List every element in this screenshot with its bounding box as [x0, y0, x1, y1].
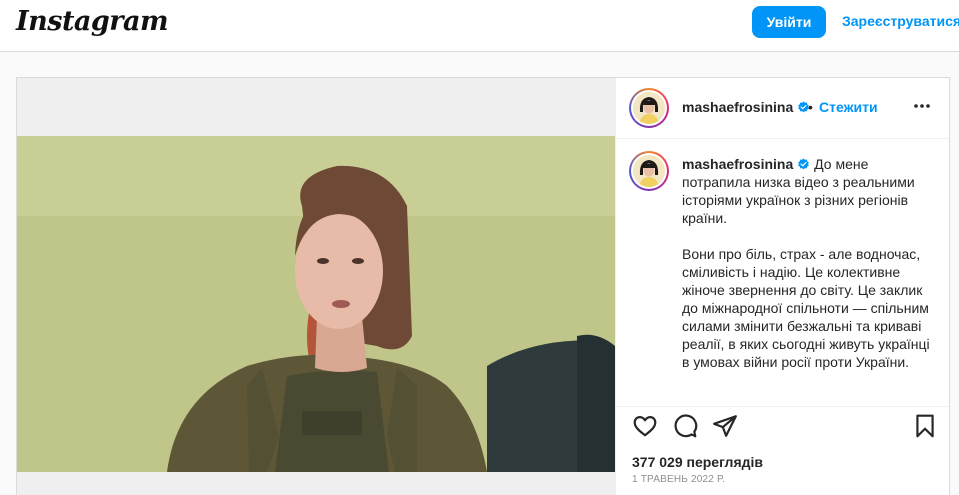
author-avatar[interactable]: [629, 88, 669, 128]
comment-icon[interactable]: [672, 413, 698, 439]
caption-author-username[interactable]: mashaefrosinina: [682, 156, 793, 172]
video-frame: [17, 136, 615, 472]
login-button[interactable]: Увійти: [752, 6, 826, 38]
paper-plane-icon[interactable]: [712, 413, 738, 439]
post-caption: mashaefrosinina До мене потрапила низка …: [616, 139, 951, 407]
author-username[interactable]: mashaefrosinina: [682, 99, 810, 117]
follow-button[interactable]: Стежити: [819, 99, 878, 115]
author-avatar-image: [633, 92, 665, 124]
top-navbar: Instagram Увійти Зареєструватися: [0, 0, 959, 52]
bookmark-icon[interactable]: [912, 413, 938, 439]
caption-text: mashaefrosinina До мене потрапила низка …: [682, 155, 937, 371]
view-count[interactable]: 377 029 переглядів: [632, 454, 763, 470]
caption-paragraph-1: mashaefrosinina До мене потрапила низка …: [682, 155, 937, 227]
more-horizontal-icon[interactable]: [913, 102, 931, 110]
post-date[interactable]: 1 ТРАВЕНЬ 2022 Р.: [632, 474, 725, 485]
post-header: mashaefrosinina • Стежити: [616, 78, 951, 139]
verified-badge-icon: [798, 158, 810, 170]
caption-author-avatar[interactable]: [629, 151, 669, 191]
signup-link[interactable]: Зареєструватися: [842, 13, 959, 29]
action-bar: [616, 407, 951, 447]
video-player[interactable]: [17, 136, 615, 472]
post-card: mashaefrosinina • Стежити mashaefrosinin…: [16, 77, 951, 495]
instagram-logo[interactable]: Instagram: [16, 6, 169, 37]
post-sidebar: mashaefrosinina • Стежити mashaefrosinin…: [615, 78, 951, 495]
caption-avatar-image: [633, 155, 665, 187]
post-media: [17, 78, 615, 495]
heart-icon[interactable]: [632, 413, 658, 439]
separator-dot: •: [808, 99, 813, 115]
caption-paragraph-2: Вони про біль, страх - але водночас, смі…: [682, 246, 930, 370]
